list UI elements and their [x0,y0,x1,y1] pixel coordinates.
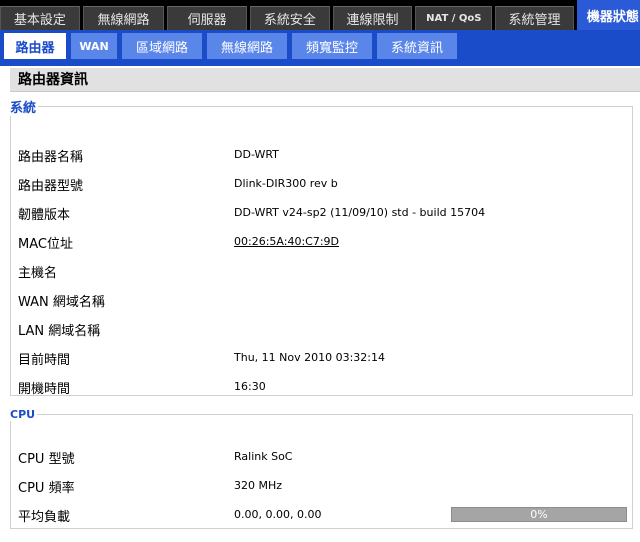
hostname-label: 主機名 [18,266,58,281]
mac-address-link[interactable]: 00:26:5A:40:C7:9D [234,235,339,248]
tab-status[interactable]: 機器狀態 [576,0,640,30]
cpu-clock-row: CPU 頻率 320 MHz [18,477,618,497]
tab-administration[interactable]: 系統管理 [495,6,574,30]
wan-domain-row: WAN 網域名稱 [18,291,618,311]
page-title: 路由器資訊 [10,68,640,92]
hostname-row: 主機名 [18,262,618,282]
lan-domain-row: LAN 網域名稱 [18,320,618,340]
tab-access-restrictions[interactable]: 連線限制 [332,6,413,30]
firmware-row: 韌體版本 DD-WRT v24-sp2 (11/09/10) std - bui… [18,204,618,224]
subtab-lan[interactable]: 區域網路 [122,33,202,59]
router-name-label: 路由器名稱 [18,150,84,165]
mac-label: MAC位址 [18,237,73,252]
cpu-clock-value: 320 MHz [234,479,283,492]
cpu-model-label: CPU 型號 [18,452,75,467]
uptime-row: 開機時間 16:30 [18,378,618,398]
cpu-panel: CPU CPU 型號 Ralink SoC CPU 頻率 320 MHz 平均負… [10,408,633,529]
subtab-sysinfo[interactable]: 系統資訊 [377,33,457,59]
cpu-legend: CPU [10,408,36,421]
system-legend: 系統 [10,101,37,116]
cpu-model-row: CPU 型號 Ralink SoC [18,448,618,468]
load-average-row: 平均負載 0.00, 0.00, 0.00 0% [18,506,627,526]
main-nav: 基本設定 無線網路 伺服器 系統安全 連線限制 NAT / QoS 系統管理 機… [0,0,640,30]
load-progress-label: 0% [530,508,548,521]
uptime-label: 開機時間 [18,382,71,397]
router-name-row: 路由器名稱 DD-WRT [18,146,618,166]
tab-wireless[interactable]: 無線網路 [82,6,165,30]
tab-security[interactable]: 系統安全 [250,6,330,30]
tab-basic-setup[interactable]: 基本設定 [0,6,80,30]
subtab-wan[interactable]: WAN [71,33,117,59]
system-panel: 系統 路由器名稱 DD-WRT 路由器型號 Dlink-DIR300 rev b… [10,97,633,398]
wan-domain-label: WAN 網域名稱 [18,295,105,310]
subtab-router[interactable]: 路由器 [4,33,66,59]
tab-services[interactable]: 伺服器 [167,6,248,30]
current-time-value: Thu, 11 Nov 2010 03:32:14 [234,351,386,364]
uptime-value: 16:30 [234,380,266,393]
nav-divider [0,62,640,66]
cpu-model-value: Ralink SoC [234,450,293,463]
router-model-row: 路由器型號 Dlink-DIR300 rev b [18,175,618,195]
load-progress-bar: 0% [451,507,627,522]
router-model-value: Dlink-DIR300 rev b [234,177,338,190]
firmware-value: DD-WRT v24-sp2 (11/09/10) std - build 15… [234,206,486,219]
cpu-clock-label: CPU 頻率 [18,481,75,496]
tab-nat-qos[interactable]: NAT / QoS [415,6,493,30]
load-average-label: 平均負載 [18,510,71,525]
sub-nav: 路由器 WAN 區域網路 無線網路 頻寬監控 系統資訊 [0,30,640,62]
router-model-label: 路由器型號 [18,179,84,194]
subtab-wireless[interactable]: 無線網路 [207,33,287,59]
lan-domain-label: LAN 網域名稱 [18,324,101,339]
current-time-row: 目前時間 Thu, 11 Nov 2010 03:32:14 [18,349,618,369]
firmware-label: 韌體版本 [18,208,71,223]
mac-row: MAC位址 00:26:5A:40:C7:9D [18,233,618,253]
load-average-value: 0.00, 0.00, 0.00 [234,508,322,521]
subtab-bandwidth[interactable]: 頻寬監控 [292,33,372,59]
router-name-value: DD-WRT [234,148,279,161]
current-time-label: 目前時間 [18,353,71,368]
